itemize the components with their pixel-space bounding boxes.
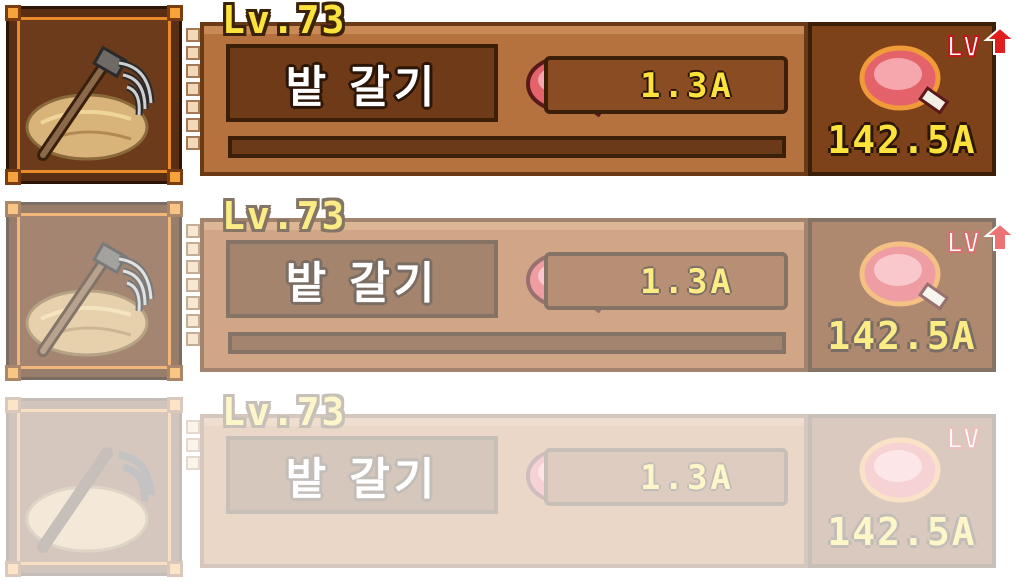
meat-icon (859, 437, 941, 503)
cost-box: 1.3A (544, 448, 788, 506)
level-label: Lv.73 (222, 194, 347, 238)
progress-bar (228, 136, 786, 158)
upgrade-value: 142.5A (827, 510, 977, 554)
svg-text:LV: LV (946, 226, 980, 259)
svg-text:LV: LV (946, 422, 980, 455)
name-box: 밭 갈기 (226, 240, 498, 318)
level-label: Lv.73 (222, 0, 347, 42)
meat-icon (859, 45, 950, 115)
cost-box: 1.3A (544, 56, 788, 114)
item-icon-frame[interactable] (5, 397, 183, 577)
level-up-arrow-icon: LV (945, 222, 1014, 260)
cost-value: 1.3A (640, 66, 734, 106)
upgrade-row[interactable]: 밭 갈기 1.3A 142.5A LV Lv.73 (0, 0, 1018, 190)
cost-box: 1.3A (544, 252, 788, 310)
upgrade-value: 142.5A (827, 118, 977, 162)
upgrade-row[interactable]: 밭 갈기 1.3A 142.5A LV Lv.73 (0, 194, 1018, 386)
upgrade-value: 142.5A (827, 314, 977, 358)
item-name: 밭 갈기 (285, 62, 439, 113)
level-label: Lv.73 (222, 390, 347, 434)
rake-on-hay-icon (25, 447, 155, 553)
item-icon-frame[interactable] (5, 201, 183, 381)
level-up-arrow-icon: LV (945, 421, 981, 456)
item-icon-frame[interactable] (5, 5, 183, 185)
name-box: 밭 갈기 (226, 436, 498, 514)
progress-bar (228, 332, 786, 354)
svg-text:LV: LV (946, 30, 980, 63)
cost-value: 1.3A (640, 458, 734, 498)
info-panel: 밭 갈기 1.3A (200, 22, 808, 176)
name-box: 밭 갈기 (226, 44, 498, 122)
rake-on-hay-icon (25, 241, 155, 357)
upgrade-row[interactable]: 밭 갈기 1.3A 142.5A LV Lv.73 (0, 390, 1018, 582)
meat-icon (859, 241, 950, 311)
rake-on-hay-icon (25, 45, 155, 161)
level-up-arrow-icon: LV (945, 26, 1014, 64)
info-panel: 밭 갈기 1.3A (200, 218, 808, 372)
item-name: 밭 갈기 (285, 454, 439, 505)
cost-value: 1.3A (640, 262, 734, 302)
info-panel: 밭 갈기 1.3A (200, 414, 808, 568)
item-name: 밭 갈기 (285, 258, 439, 309)
